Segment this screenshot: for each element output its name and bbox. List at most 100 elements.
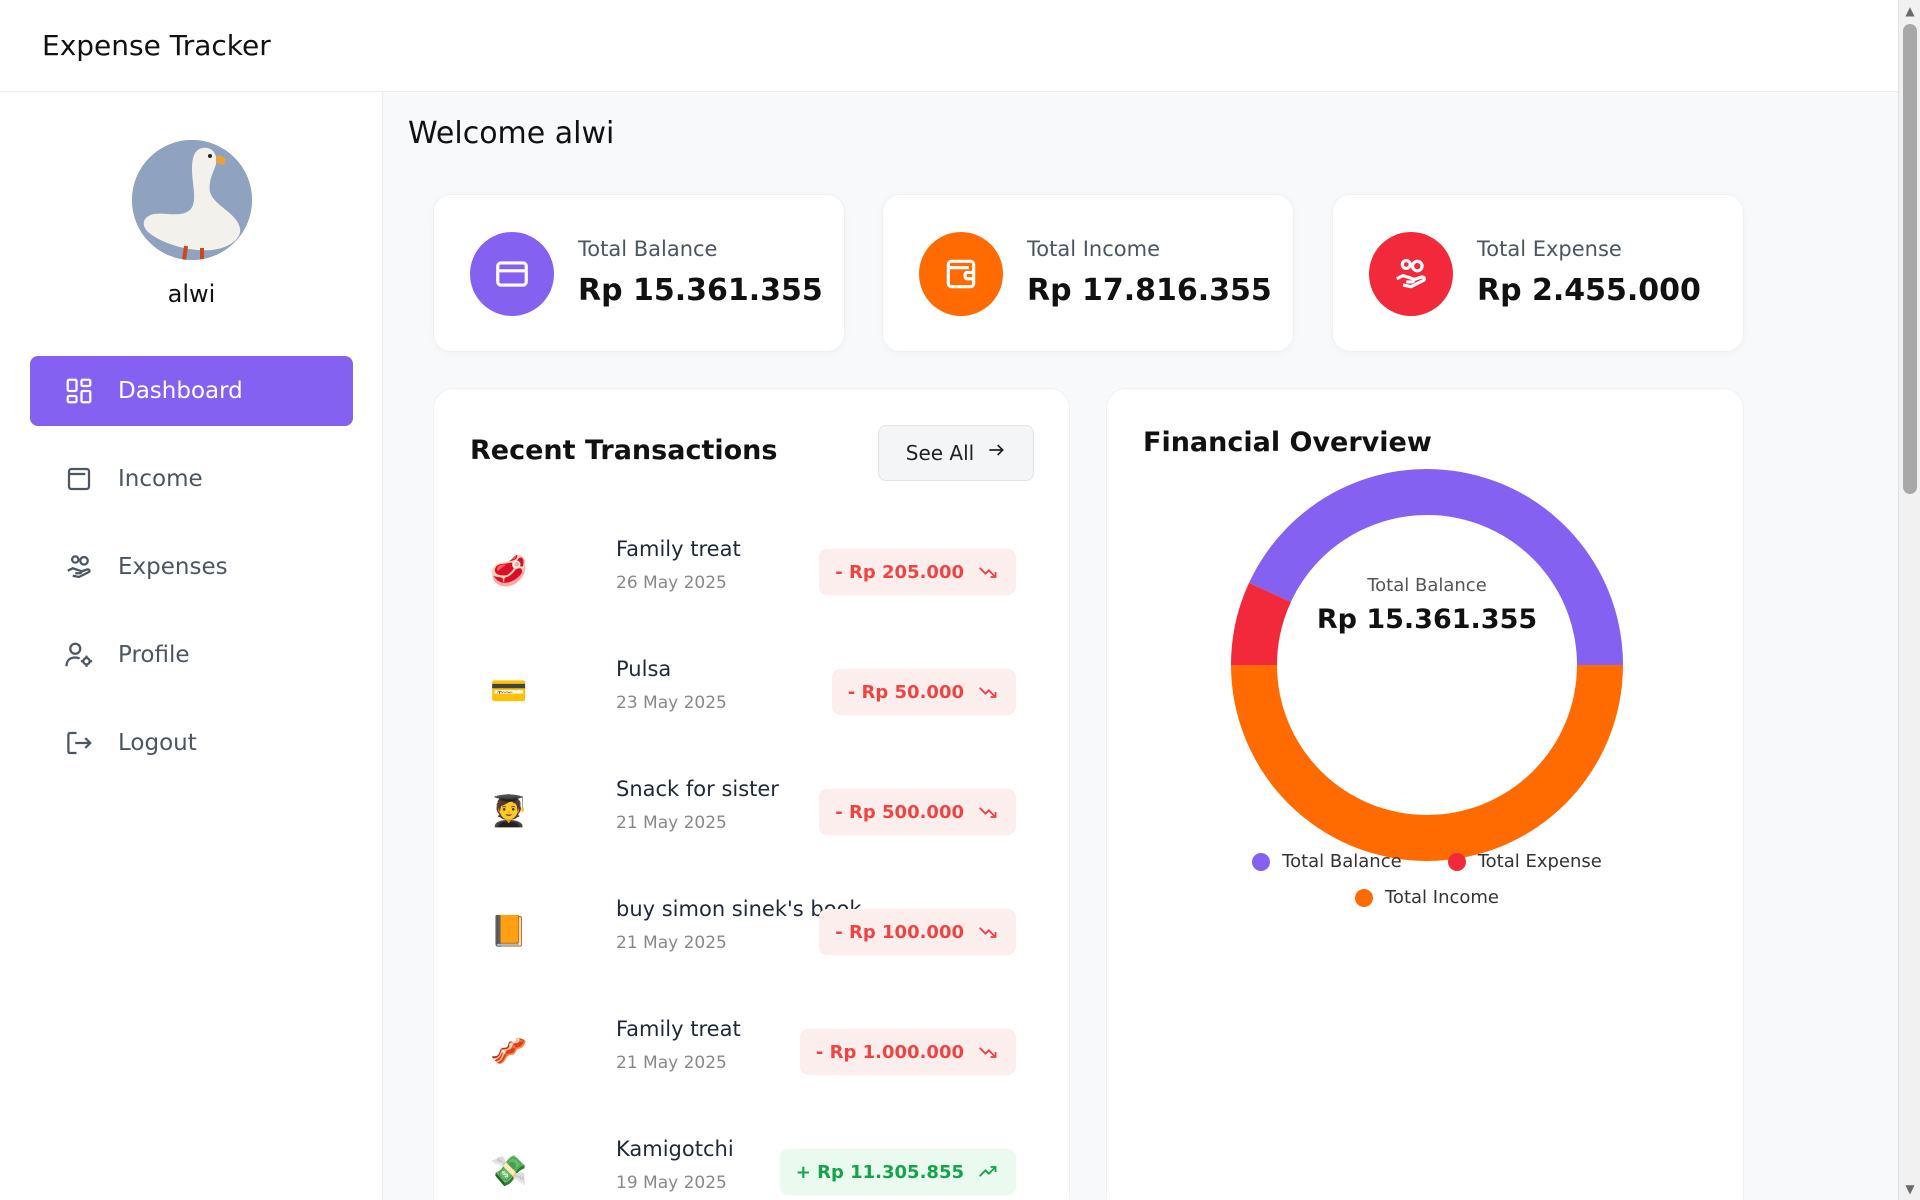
see-all-button[interactable]: See All bbox=[878, 425, 1034, 481]
legend-label: Total Expense bbox=[1477, 851, 1602, 872]
financial-overview-panel: Financial Overview Total Balance Rp 15.3… bbox=[1106, 388, 1744, 1200]
transaction-item[interactable]: 🥓 Family treat 21 May 2025 - Rp 1.000.00… bbox=[470, 1003, 1034, 1099]
sidebar: alwi Dashboard Income Expenses Profile L… bbox=[0, 92, 383, 1200]
wallet-icon bbox=[919, 232, 1003, 316]
see-all-label: See All bbox=[905, 441, 975, 465]
legend-label: Total Income bbox=[1385, 887, 1499, 908]
transaction-item[interactable]: 💳 Pulsa 23 May 2025 - Rp 50.000 bbox=[470, 643, 1034, 739]
financial-overview-donut-chart bbox=[1231, 469, 1623, 861]
transaction-amount-badge: - Rp 100.000 bbox=[819, 909, 1016, 955]
stat-card-total-expense: Total Expense Rp 2.455.000 bbox=[1332, 194, 1744, 352]
chart-legend-row-2: Total Income bbox=[1107, 887, 1747, 908]
transaction-item[interactable]: 📙 buy simon sinek's book 21 May 2025 - R… bbox=[470, 883, 1034, 979]
transaction-date: 19 May 2025 bbox=[616, 1173, 727, 1193]
transaction-amount: - Rp 500.000 bbox=[835, 801, 964, 823]
chart-legend: Total Balance Total Expense bbox=[1107, 851, 1747, 872]
sidebar-item-expenses[interactable]: Expenses bbox=[30, 532, 353, 602]
panel-title: Financial Overview bbox=[1143, 427, 1432, 458]
sidebar-item-profile[interactable]: Profile bbox=[30, 620, 353, 690]
scroll-up-arrow-icon[interactable]: ▲ bbox=[1899, 0, 1920, 22]
donut-center-value: Rp 15.361.355 bbox=[1316, 604, 1538, 635]
transaction-date: 21 May 2025 bbox=[616, 933, 727, 953]
trending-down-icon bbox=[976, 562, 1000, 582]
legend-item-total-balance: Total Balance bbox=[1252, 851, 1402, 872]
bacon-icon: 🥓 bbox=[490, 1033, 528, 1069]
trending-down-icon bbox=[976, 682, 1000, 702]
recent-transactions-panel: Recent Transactions See All 🥩 Family tre… bbox=[433, 388, 1070, 1200]
top-bar: Expense Tracker bbox=[0, 0, 1898, 92]
scrollbar-thumb[interactable] bbox=[1903, 24, 1917, 494]
stat-value: Rp 17.816.355 bbox=[1027, 273, 1272, 308]
sidebar-item-dashboard[interactable]: Dashboard bbox=[30, 356, 353, 426]
transaction-amount-badge: + Rp 11.305.855 bbox=[779, 1149, 1016, 1195]
donut-slice-total-balance[interactable] bbox=[1249, 469, 1623, 665]
transaction-amount-badge: - Rp 1.000.000 bbox=[799, 1029, 1016, 1075]
trending-down-icon bbox=[976, 922, 1000, 942]
meat-icon: 🥩 bbox=[490, 553, 528, 589]
transaction-item[interactable]: 🧑‍🎓 Snack for sister 21 May 2025 - Rp 50… bbox=[470, 763, 1034, 859]
stat-card-total-balance: Total Balance Rp 15.361.355 bbox=[433, 194, 845, 352]
hand-coins-icon bbox=[1369, 232, 1453, 316]
transaction-date: 21 May 2025 bbox=[616, 813, 727, 833]
wallet-icon bbox=[64, 464, 94, 494]
sidebar-nav: Dashboard Income Expenses Profile Logout bbox=[30, 356, 353, 796]
stat-value: Rp 2.455.000 bbox=[1477, 273, 1701, 308]
legend-dot bbox=[1252, 852, 1271, 871]
transaction-item[interactable]: 🥩 Family treat 26 May 2025 - Rp 205.000 bbox=[470, 523, 1034, 619]
app-title: Expense Tracker bbox=[42, 29, 271, 62]
sidebar-item-logout[interactable]: Logout bbox=[30, 708, 353, 778]
transaction-amount-badge: - Rp 50.000 bbox=[831, 669, 1016, 715]
sidebar-item-label: Income bbox=[118, 466, 203, 492]
transaction-amount: - Rp 205.000 bbox=[835, 561, 964, 583]
transaction-amount-badge: - Rp 500.000 bbox=[819, 789, 1016, 835]
sidebar-item-label: Expenses bbox=[118, 554, 228, 580]
stat-label: Total Balance bbox=[578, 237, 718, 261]
legend-label: Total Balance bbox=[1282, 851, 1402, 872]
transaction-amount-badge: - Rp 205.000 bbox=[819, 549, 1016, 595]
stat-label: Total Expense bbox=[1477, 237, 1622, 261]
trending-down-icon bbox=[976, 1042, 1000, 1062]
trending-up-icon bbox=[976, 1162, 1000, 1182]
transaction-name: Family treat bbox=[616, 537, 741, 561]
panel-title: Recent Transactions bbox=[470, 435, 778, 466]
transaction-date: 21 May 2025 bbox=[616, 1053, 727, 1073]
sidebar-item-label: Logout bbox=[118, 730, 197, 756]
stat-value: Rp 15.361.355 bbox=[578, 273, 823, 308]
transaction-name: Family treat bbox=[616, 1017, 741, 1041]
transaction-name: Kamigotchi bbox=[616, 1137, 734, 1161]
credit-card-icon: 💳 bbox=[490, 673, 528, 709]
legend-item-total-income: Total Income bbox=[1355, 887, 1499, 908]
donut-slice-total-income[interactable] bbox=[1231, 665, 1623, 861]
hand-coins-icon bbox=[64, 552, 94, 582]
transaction-item[interactable]: 💸 Kamigotchi 19 May 2025 + Rp 11.305.855 bbox=[470, 1123, 1034, 1200]
avatar bbox=[132, 140, 252, 260]
page-scrollbar[interactable]: ▲ ▼ bbox=[1898, 0, 1920, 1200]
credit-card-icon bbox=[470, 232, 554, 316]
logout-icon bbox=[64, 728, 94, 758]
stat-label: Total Income bbox=[1027, 237, 1160, 261]
stat-card-total-income: Total Income Rp 17.816.355 bbox=[882, 194, 1294, 352]
scroll-down-arrow-icon[interactable]: ▼ bbox=[1899, 1178, 1920, 1200]
transaction-amount: - Rp 100.000 bbox=[835, 921, 964, 943]
sidebar-item-label: Profile bbox=[118, 642, 190, 668]
user-cog-icon bbox=[64, 640, 94, 670]
book-icon: 📙 bbox=[490, 913, 528, 949]
legend-dot bbox=[1355, 888, 1373, 907]
transaction-date: 23 May 2025 bbox=[616, 693, 727, 713]
transaction-name: Snack for sister bbox=[616, 777, 779, 801]
student-icon: 🧑‍🎓 bbox=[490, 793, 528, 829]
arrow-right-icon bbox=[986, 440, 1006, 466]
transaction-name: Pulsa bbox=[616, 657, 672, 681]
user-name: alwi bbox=[167, 280, 216, 308]
trending-down-icon bbox=[976, 802, 1000, 822]
donut-center-label: Total Balance bbox=[1367, 575, 1487, 596]
sidebar-item-income[interactable]: Income bbox=[30, 444, 353, 514]
transaction-amount: + Rp 11.305.855 bbox=[795, 1161, 964, 1183]
money-icon: 💸 bbox=[490, 1153, 528, 1189]
transaction-amount: - Rp 50.000 bbox=[847, 681, 964, 703]
legend-item-total-expense: Total Expense bbox=[1447, 851, 1602, 872]
dashboard-icon bbox=[64, 376, 94, 406]
legend-dot bbox=[1447, 852, 1466, 871]
page-title: Welcome alwi bbox=[408, 116, 615, 151]
transaction-amount: - Rp 1.000.000 bbox=[815, 1041, 964, 1063]
